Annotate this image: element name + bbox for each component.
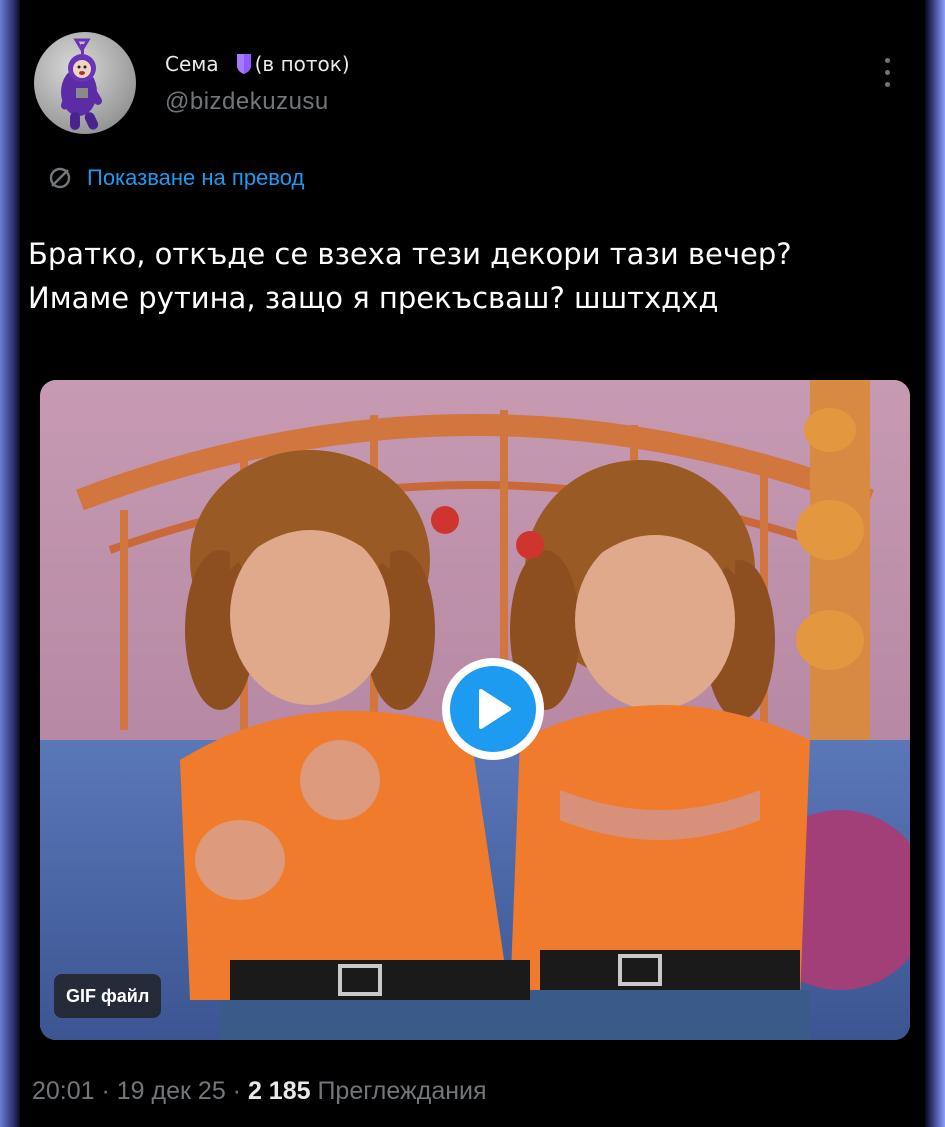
tweet-text: Братко, откъде се взеха тези декори тази… bbox=[28, 237, 792, 315]
status-text: (в поток) bbox=[254, 52, 350, 76]
more-vertical-icon[interactable] bbox=[882, 58, 892, 92]
gif-media[interactable]: GIF файл bbox=[40, 380, 910, 1040]
shield-badge-icon bbox=[236, 54, 251, 74]
tweet-card: Сема (в поток) @bizdekuzusu Показване на… bbox=[20, 0, 925, 1127]
avatar[interactable] bbox=[34, 32, 136, 134]
avatar-teletubby-image bbox=[60, 38, 102, 130]
author-handle[interactable]: @bizdekuzusu bbox=[165, 88, 329, 116]
play-button[interactable] bbox=[442, 658, 544, 760]
meta-separator: · bbox=[94, 1077, 117, 1105]
play-icon bbox=[450, 666, 536, 752]
show-translation-link[interactable]: Показване на превод bbox=[47, 165, 304, 191]
translate-icon bbox=[49, 167, 71, 189]
tweet-meta: 20:01 · 19 дек 25 · 2 185 Преглеждания bbox=[32, 1077, 487, 1106]
tweet-date[interactable]: 19 дек 25 bbox=[117, 1077, 226, 1106]
display-name[interactable]: Сема bbox=[165, 52, 219, 76]
views-label[interactable]: Преглеждания bbox=[317, 1077, 486, 1106]
author-name-row[interactable]: Сема (в поток) bbox=[165, 52, 350, 76]
show-translation-label: Показване на превод bbox=[87, 165, 305, 190]
meta-separator: · bbox=[225, 1077, 248, 1105]
gif-badge: GIF файл bbox=[54, 974, 162, 1018]
tweet-time[interactable]: 20:01 bbox=[32, 1077, 95, 1106]
views-count: 2 185 bbox=[247, 1077, 311, 1105]
